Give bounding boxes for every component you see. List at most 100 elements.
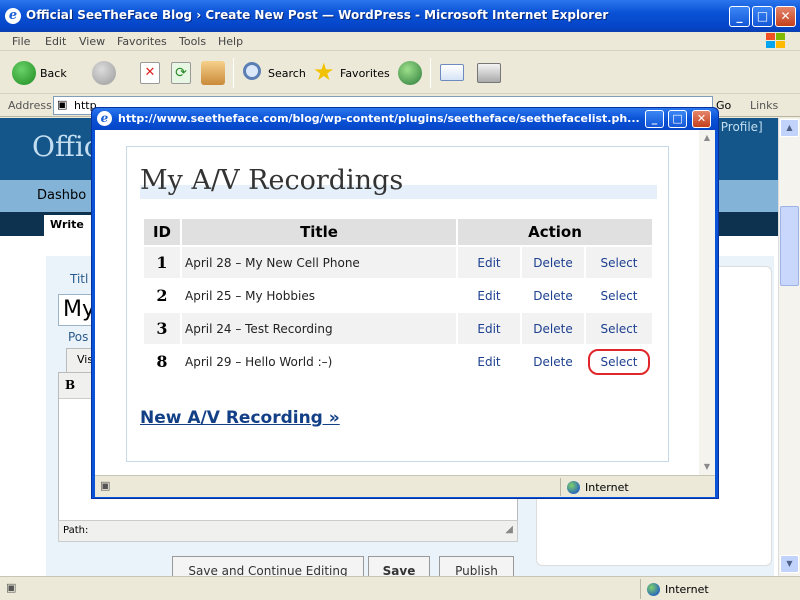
menu-edit[interactable]: Edit [45, 35, 66, 48]
back-label[interactable]: Back [40, 67, 67, 80]
popup-status-bar: ▣ Internet [95, 475, 715, 497]
globe-icon [647, 583, 660, 596]
delete-link[interactable]: Delete [522, 280, 584, 311]
recording-title: April 24 – Test Recording [182, 313, 456, 344]
toolbar: Back ✕ ⟳ Search ★ Favorites [0, 52, 800, 94]
menu-favorites[interactable]: Favorites [117, 35, 167, 48]
popup-window: e http://www.seetheface.com/blog/wp-cont… [91, 107, 719, 499]
post-label: Pos [68, 330, 89, 344]
forward-icon[interactable] [92, 61, 116, 85]
table-row: 2 April 25 – My Hobbies Edit Delete Sele… [144, 280, 652, 311]
home-icon[interactable] [201, 61, 225, 85]
page-scrollbar[interactable]: ▲ ▼ [778, 118, 800, 576]
edit-link[interactable]: Edit [458, 313, 520, 344]
browser-titlebar: e Official SeeTheFace Blog › Create New … [0, 0, 800, 32]
column-header-id: ID [144, 219, 180, 245]
select-link[interactable]: Select [586, 280, 652, 311]
popup-minimize-button[interactable]: _ [645, 110, 664, 128]
nav-dashboard[interactable]: Dashbo [37, 188, 86, 203]
menu-tools[interactable]: Tools [179, 35, 206, 48]
edit-link[interactable]: Edit [458, 280, 520, 311]
page-icon: ▣ [57, 98, 68, 111]
address-label: Address [8, 99, 52, 112]
links-button[interactable]: Links [750, 99, 778, 112]
recording-title: April 25 – My Hobbies [185, 288, 315, 303]
select-link[interactable]: Select [588, 348, 650, 375]
popup-maximize-button[interactable]: □ [668, 110, 687, 128]
page-title: My A/V Recordings [140, 165, 404, 196]
resize-grip-icon[interactable]: ◢ [505, 524, 513, 535]
select-cell-highlighted: Select [586, 346, 652, 377]
table-header-row: ID Title Action [144, 219, 652, 245]
recording-id: 8 [156, 352, 168, 371]
ie-logo-icon: e [97, 111, 112, 126]
column-header-action: Action [458, 219, 652, 245]
toolbar-separator [430, 58, 431, 88]
minimize-button[interactable]: _ [729, 6, 750, 27]
scroll-down-arrow-icon[interactable]: ▼ [780, 555, 799, 573]
bold-button[interactable]: B [65, 378, 75, 392]
select-link[interactable]: Select [586, 247, 652, 278]
security-zone: Internet [640, 579, 780, 599]
edit-link[interactable]: Edit [458, 346, 520, 377]
column-header-title: Title [182, 219, 456, 245]
delete-link[interactable]: Delete [522, 247, 584, 278]
favorites-label[interactable]: Favorites [340, 67, 390, 80]
table-row: 3 April 24 – Test Recording Edit Delete … [144, 313, 652, 344]
save-button[interactable]: Save [368, 556, 430, 576]
popup-titlebar: e http://www.seetheface.com/blog/wp-cont… [92, 108, 718, 130]
recording-title: April 28 – My New Cell Phone [182, 247, 456, 278]
ie-logo-icon: e [5, 8, 21, 24]
menu-bar: File Edit View Favorites Tools Help [0, 32, 800, 51]
menu-file[interactable]: File [12, 35, 30, 48]
editor-path-bar: Path: ◢ [58, 520, 518, 542]
title-label: Titl [70, 272, 89, 286]
recordings-panel: My A/V Recordings ID Title Action 1 Apri… [126, 146, 669, 462]
mail-icon[interactable] [440, 64, 464, 81]
scroll-up-arrow-icon[interactable]: ▲ [780, 119, 799, 137]
delete-link[interactable]: Delete [522, 346, 584, 377]
scroll-up-arrow-icon[interactable]: ▲ [699, 130, 715, 146]
popup-close-button[interactable]: ✕ [692, 110, 711, 128]
popup-scrollbar[interactable]: ▲ ▼ [699, 130, 715, 475]
table-row: 8 April 29 – Hello World :–) Edit Delete… [144, 346, 652, 377]
publish-button[interactable]: Publish [439, 556, 514, 576]
new-recording-link[interactable]: New A/V Recording » [140, 408, 340, 428]
refresh-icon[interactable]: ⟳ [171, 62, 191, 84]
maximize-button[interactable]: □ [752, 6, 773, 27]
delete-link[interactable]: Delete [522, 313, 584, 344]
recording-id: 1 [144, 247, 180, 278]
recording-id: 2 [156, 286, 168, 305]
popup-title: http://www.seetheface.com/blog/wp-conten… [118, 112, 640, 125]
close-button[interactable]: ✕ [775, 6, 796, 27]
favorites-star-icon[interactable]: ★ [313, 58, 335, 86]
print-icon[interactable] [477, 63, 501, 83]
recording-title: April 29 – Hello World :–) [185, 354, 333, 369]
select-link[interactable]: Select [586, 313, 652, 344]
status-bar: ▣ Internet [0, 576, 800, 600]
popup-content: My A/V Recordings ID Title Action 1 Apri… [95, 130, 715, 475]
search-label[interactable]: Search [268, 67, 306, 80]
window-title: Official SeeTheFace Blog › Create New Po… [26, 8, 609, 22]
recording-id: 3 [144, 313, 180, 344]
page-status-icon: ▣ [100, 479, 111, 492]
save-continue-button[interactable]: Save and Continue Editing [172, 556, 364, 576]
profile-link[interactable]: r Profile] [712, 120, 763, 134]
recordings-table: ID Title Action 1 April 28 – My New Cell… [142, 217, 654, 379]
edit-link[interactable]: Edit [458, 247, 520, 278]
menu-view[interactable]: View [79, 35, 105, 48]
table-row: 1 April 28 – My New Cell Phone Edit Dele… [144, 247, 652, 278]
stop-icon[interactable]: ✕ [140, 62, 160, 84]
blog-name: Offic [32, 130, 100, 163]
globe-icon [567, 481, 580, 494]
search-icon[interactable] [243, 62, 261, 80]
scroll-down-arrow-icon[interactable]: ▼ [699, 459, 715, 475]
back-icon[interactable] [12, 61, 36, 85]
menu-help[interactable]: Help [218, 35, 243, 48]
windows-logo-icon [766, 33, 786, 49]
popup-security-zone: Internet [560, 478, 715, 496]
history-icon[interactable] [398, 61, 422, 85]
scroll-thumb[interactable] [780, 206, 799, 286]
toolbar-separator [233, 58, 234, 88]
page-status-icon: ▣ [6, 581, 17, 594]
